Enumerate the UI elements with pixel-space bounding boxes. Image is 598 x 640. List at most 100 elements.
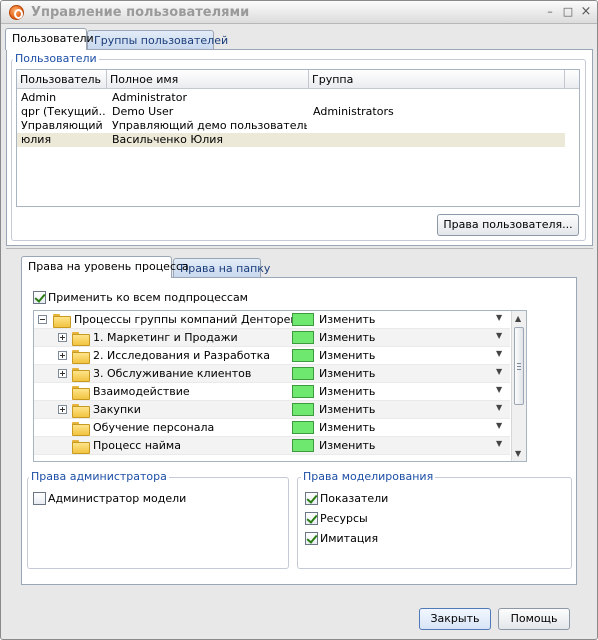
expand-icon[interactable]	[58, 369, 67, 378]
tab-user-groups[interactable]: Группы пользователей	[87, 30, 228, 49]
tree-row-marketing[interactable]: 1. Маркетинг и Продажи Изменить ▼	[34, 329, 510, 347]
admin-rights-group-label: Права администратора	[29, 470, 169, 483]
maximize-button[interactable]: □	[561, 5, 575, 19]
tree-row-research[interactable]: 2. Исследования и Разработка Изменить ▼	[34, 347, 510, 365]
tree-row-customer-service[interactable]: 3. Обслуживание клиентов Изменить ▼	[34, 365, 510, 383]
permission-value[interactable]: Изменить	[319, 349, 375, 362]
scroll-up-arrow-icon[interactable]: ▲	[515, 314, 521, 323]
app-logo-icon	[9, 5, 24, 20]
tab-process-level-rights[interactable]: Права на уровень процесса	[21, 256, 189, 278]
folder-icon	[72, 404, 90, 418]
tree-item-label: 3. Обслуживание клиентов	[93, 367, 252, 380]
tree-row-interaction[interactable]: Взаимодействие Изменить ▼	[34, 383, 510, 401]
folder-icon	[72, 422, 90, 436]
users-list[interactable]: Пользователь Полное имя Группа Admin Adm…	[16, 69, 580, 207]
full-name-cell: Demo User	[112, 105, 174, 118]
dropdown-arrow-icon[interactable]: ▼	[496, 349, 502, 358]
user-cell: Admin	[21, 91, 57, 104]
permission-value[interactable]: Изменить	[319, 439, 375, 452]
dropdown-arrow-icon[interactable]: ▼	[496, 421, 502, 430]
folder-icon	[72, 440, 90, 454]
user-row-manager[interactable]: Управляющий Управляющий демо пользовател…	[17, 119, 565, 133]
permission-value[interactable]: Изменить	[319, 403, 375, 416]
permission-value[interactable]: Изменить	[319, 421, 375, 434]
user-rights-button[interactable]: Права пользователя...	[437, 214, 579, 236]
scroll-thumb[interactable]	[514, 327, 524, 405]
user-row-qpr[interactable]: qpr (Текущий... Demo User Administrators	[17, 105, 565, 119]
resources-checkbox[interactable]	[305, 512, 318, 525]
permission-value[interactable]: Изменить	[319, 313, 375, 326]
expand-icon[interactable]	[58, 333, 67, 342]
help-button[interactable]: Помощь	[498, 608, 570, 630]
folder-icon	[72, 350, 90, 364]
full-name-cell: Управляющий демо пользователь	[112, 119, 307, 132]
folder-icon	[72, 368, 90, 382]
expand-icon[interactable]	[58, 351, 67, 360]
dropdown-arrow-icon[interactable]: ▼	[496, 385, 502, 394]
resources-label: Ресурсы	[320, 512, 368, 525]
close-window-button[interactable]: ×	[579, 5, 593, 19]
title-bar[interactable]: Управление пользователями – □ ×	[1, 1, 597, 24]
tree-item-label: Процессы группы компаний Денторекс	[74, 313, 304, 326]
simulation-checkbox[interactable]	[305, 532, 318, 545]
user-management-window: Управление пользователями – □ × Пользова…	[0, 0, 598, 640]
user-row-admin[interactable]: Admin Administrator	[17, 91, 565, 105]
tree-row-purchasing[interactable]: Закупки Изменить ▼	[34, 401, 510, 419]
group-cell	[313, 119, 553, 133]
permission-color-swatch	[292, 313, 314, 326]
group-cell: Administrators	[313, 105, 394, 118]
dropdown-arrow-icon[interactable]: ▼	[496, 367, 502, 376]
dropdown-arrow-icon[interactable]: ▼	[496, 331, 502, 340]
tab-user-groups-label: Группы пользователей	[94, 34, 229, 47]
permission-value[interactable]: Изменить	[319, 367, 375, 380]
indicators-checkbox[interactable]	[305, 492, 318, 505]
tree-item-label: Обучение персонала	[93, 421, 215, 434]
column-header-group[interactable]: Группа	[309, 70, 565, 89]
indicators-label: Показатели	[320, 492, 389, 505]
tree-row-hiring[interactable]: Процесс найма Изменить ▼	[34, 437, 510, 455]
model-admin-label: Администратор модели	[48, 492, 187, 505]
tab-folder-rights-label: Права на папку	[180, 262, 271, 275]
process-tree[interactable]: Процессы группы компаний Денторекс Измен…	[33, 310, 527, 462]
expand-icon[interactable]	[58, 405, 67, 414]
collapse-icon[interactable]	[38, 315, 47, 324]
panel-splitter[interactable]	[6, 248, 593, 252]
permission-value[interactable]: Изменить	[319, 385, 375, 398]
scroll-down-arrow-icon[interactable]: ▼	[515, 449, 521, 458]
dropdown-arrow-icon[interactable]: ▼	[496, 439, 502, 448]
tab-process-level-rights-label: Права на уровень процесса	[28, 260, 189, 273]
tree-row-training[interactable]: Обучение персонала Изменить ▼	[34, 419, 510, 437]
tab-users[interactable]: Пользователи	[5, 28, 94, 50]
model-admin-checkbox[interactable]	[33, 492, 46, 505]
folder-icon	[72, 332, 90, 346]
grip-line	[517, 363, 521, 364]
tree-vertical-scrollbar[interactable]: ▲ ▼	[511, 311, 526, 461]
permission-color-swatch	[292, 331, 314, 344]
close-button[interactable]: Закрыть	[419, 608, 491, 630]
folder-icon	[53, 314, 71, 328]
tree-item-label: 1. Маркетинг и Продажи	[93, 331, 238, 344]
user-cell: юлия	[21, 133, 52, 146]
full-name-cell: Administrator	[112, 91, 187, 104]
users-list-header: Пользователь Полное имя Группа	[17, 70, 579, 89]
user-cell: qpr (Текущий...	[21, 105, 105, 118]
dropdown-arrow-icon[interactable]: ▼	[496, 313, 502, 322]
permission-value[interactable]: Изменить	[319, 331, 375, 344]
dropdown-arrow-icon[interactable]: ▼	[496, 403, 502, 412]
minimize-button[interactable]: –	[543, 5, 557, 19]
column-header-user[interactable]: Пользователь	[17, 70, 107, 89]
user-cell: Управляющий	[21, 119, 103, 132]
apply-all-subprocesses-checkbox[interactable]	[33, 291, 46, 304]
grip-line	[517, 369, 521, 370]
permission-color-swatch	[292, 421, 314, 434]
tree-row-root[interactable]: Процессы группы компаний Денторекс Измен…	[34, 311, 510, 329]
column-header-full-name[interactable]: Полное имя	[107, 70, 309, 89]
user-row-yulia[interactable]: юлия Васильченко Юлия	[17, 133, 565, 147]
permission-color-swatch	[292, 367, 314, 380]
permission-color-swatch	[292, 439, 314, 452]
window-title: Управление пользователями	[31, 5, 250, 20]
tree-item-label: Процесс найма	[93, 439, 181, 452]
group-cell	[313, 91, 553, 105]
permission-color-swatch	[292, 349, 314, 362]
folder-icon	[72, 386, 90, 400]
